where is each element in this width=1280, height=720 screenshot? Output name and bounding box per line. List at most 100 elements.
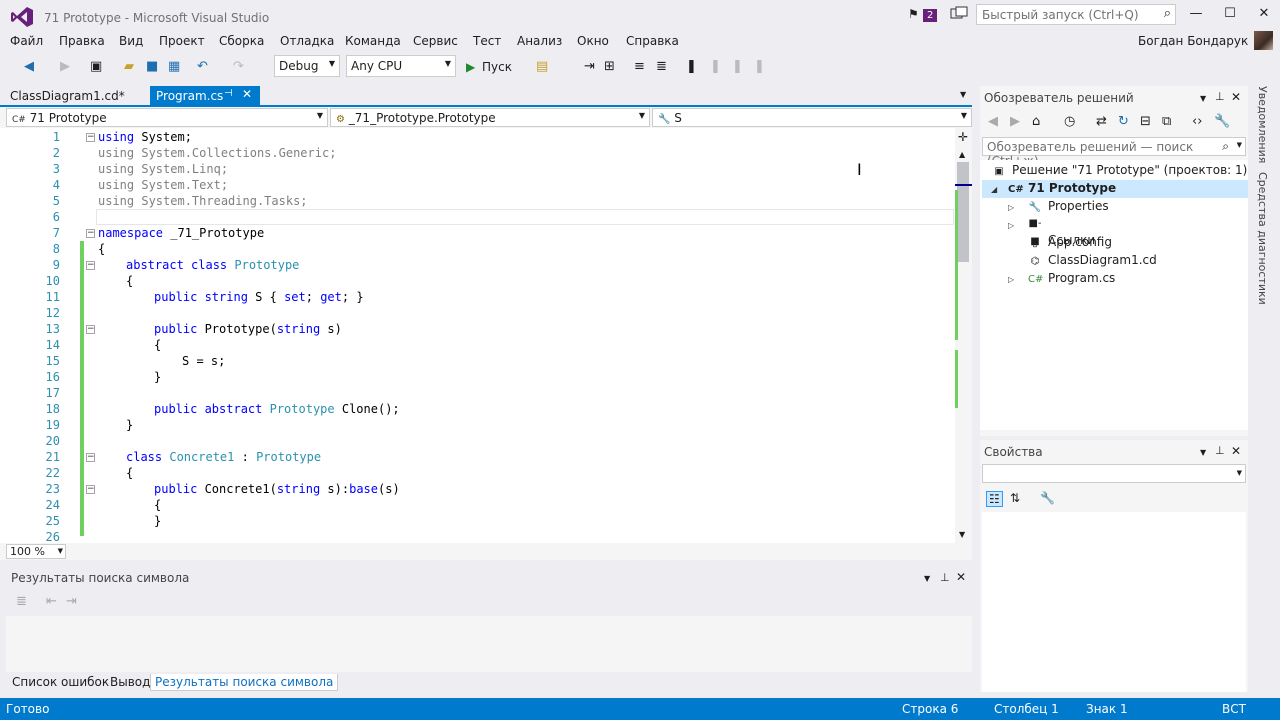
collapse-all-icon[interactable]: ⊟ [1140, 114, 1151, 129]
categorized-icon[interactable]: ☷ [986, 491, 1003, 507]
alphabetical-icon[interactable]: ⇅ [1010, 491, 1020, 505]
expand-arrow-icon[interactable]: ▷ [1008, 275, 1014, 284]
notifications-flag-icon[interactable]: ⚑ [908, 7, 919, 21]
clear-results-icon[interactable]: ≣ [16, 594, 27, 609]
tab-output[interactable]: Вывод [106, 674, 154, 690]
tree-item-program-cs[interactable]: C# Program.cs [1028, 269, 1115, 287]
tree-item-solution[interactable]: ▣ Решение "71 Prototype" (проектов: 1) [992, 161, 1247, 179]
menu-team[interactable]: Команда [345, 34, 401, 48]
side-tab-notifications[interactable]: Уведомления [1256, 86, 1269, 163]
close-panel-icon[interactable]: ✕ [1231, 444, 1241, 458]
menu-file[interactable]: Файл [10, 34, 43, 48]
fold-toggle[interactable]: − [86, 453, 95, 462]
collapse-arrow-icon[interactable]: ◢ [991, 185, 997, 194]
tab-program-cs[interactable]: Program.cs ⊣ ✕ [150, 86, 260, 106]
back-icon[interactable]: ◀ [24, 58, 34, 76]
solution-search-input[interactable]: Обозреватель решений — поиск (Ctrl+ж)⌕▼ [982, 137, 1246, 168]
undo-icon[interactable]: ↶ [197, 58, 208, 76]
show-all-files-icon[interactable]: ⧉ [1162, 114, 1171, 129]
prev-result-icon[interactable]: ⇤ [46, 594, 57, 609]
forward-icon[interactable]: ▶ [1010, 114, 1020, 129]
fold-toggle[interactable]: − [86, 261, 95, 270]
redo-icon[interactable]: ↷ [233, 58, 244, 76]
menu-help[interactable]: Справка [626, 34, 679, 48]
close-tab-icon[interactable]: ✕ [242, 87, 252, 101]
menu-window[interactable]: Окно [577, 34, 609, 48]
pin-icon[interactable]: ⊥ [1215, 90, 1225, 103]
expand-arrow-icon[interactable]: ▷ [1008, 203, 1014, 212]
tree-item-appconfig[interactable]: ▯ App.config [1028, 233, 1112, 251]
scroll-down-icon[interactable]: ▼ [959, 530, 965, 539]
tab-classdiagram[interactable]: ClassDiagram1.cd* [4, 86, 131, 106]
back-icon[interactable]: ◀ [988, 114, 998, 129]
chevron-down-icon[interactable]: ▼ [1237, 141, 1242, 149]
split-icon[interactable]: ✛ [958, 130, 968, 144]
properties-icon[interactable]: 🔧 [1214, 114, 1230, 129]
feedback-icon[interactable] [950, 6, 968, 22]
forward-icon[interactable]: ▶ [60, 58, 70, 76]
save-icon[interactable]: ■ [146, 58, 158, 76]
tab-overflow-icon[interactable]: ▼ [960, 90, 966, 99]
pin-icon[interactable]: ⊣ [224, 88, 233, 99]
platform-select[interactable]: Any CPU ▼ [346, 55, 456, 77]
menu-build[interactable]: Сборка [219, 34, 264, 48]
close-panel-icon[interactable]: ✕ [1231, 90, 1241, 104]
menu-test[interactable]: Тест [473, 34, 501, 48]
clear-bookmarks-icon[interactable]: ❚ [754, 58, 765, 76]
minimize-icon[interactable]: — [1188, 6, 1204, 22]
type-dropdown[interactable]: ⚙ _71_Prototype.Prototype ▼ [330, 108, 650, 127]
find-icon[interactable]: ▤ [536, 58, 548, 76]
next-bookmark-icon[interactable]: ❚ [732, 58, 743, 76]
avatar[interactable] [1254, 31, 1273, 50]
view-code-icon[interactable]: ‹› [1192, 114, 1202, 129]
notifications-badge[interactable]: 2 [923, 9, 938, 22]
menu-edit[interactable]: Правка [59, 34, 105, 48]
scrollbar-thumb[interactable] [957, 162, 969, 262]
fold-toggle[interactable]: − [86, 485, 95, 494]
pin-icon[interactable]: ⊥ [940, 571, 950, 584]
next-result-icon[interactable]: ⇥ [66, 594, 77, 609]
tree-item-project[interactable]: C# 71 Prototype [1008, 179, 1116, 197]
history-icon[interactable]: ◷ [1064, 114, 1075, 129]
pin-icon[interactable]: ⊥ [1215, 444, 1225, 457]
breakpoints-icon[interactable]: ⊞ [604, 58, 615, 76]
maximize-icon[interactable]: ☐ [1222, 6, 1238, 22]
new-project-icon[interactable]: ▣ [90, 58, 102, 76]
side-tab-diagnostics[interactable]: Средства диагностики [1256, 172, 1269, 305]
search-icon[interactable]: ⌕ [1164, 6, 1171, 21]
scroll-up-icon[interactable]: ▲ [959, 150, 965, 159]
comment-icon[interactable]: ≡ [634, 58, 645, 76]
close-window-icon[interactable]: ✕ [1256, 6, 1272, 22]
fold-toggle[interactable]: − [86, 229, 95, 238]
panel-menu-icon[interactable]: ▼ [1200, 448, 1206, 457]
panel-menu-icon[interactable]: ▼ [1200, 94, 1206, 103]
quick-launch-input[interactable]: Быстрый запуск (Ctrl+Q) ⌕ [976, 4, 1176, 25]
tree-item-references[interactable]: ■-■ Ссылки [1028, 215, 1095, 247]
fold-toggle[interactable]: − [86, 325, 95, 334]
step-icon[interactable]: ⇥ [584, 58, 595, 76]
member-dropdown[interactable]: 🔧 S ▼ [652, 108, 972, 127]
menu-project[interactable]: Проект [159, 34, 205, 48]
properties-object-select[interactable]: ▼ [982, 464, 1246, 483]
tree-item-classdiagram[interactable]: ⌬ ClassDiagram1.cd [1028, 251, 1157, 269]
search-icon[interactable]: ⌕ [1222, 139, 1229, 154]
panel-menu-icon[interactable]: ▼ [924, 574, 930, 583]
tab-symbol-results[interactable]: Результаты поиска символа [150, 674, 339, 691]
menu-analyze[interactable]: Анализ [517, 34, 562, 48]
tree-item-properties[interactable]: 🔧 Properties [1028, 197, 1109, 215]
start-button[interactable]: Пуск [482, 58, 512, 76]
prev-bookmark-icon[interactable]: ❚ [710, 58, 721, 76]
sync-icon[interactable]: ⇄ [1096, 114, 1107, 129]
close-panel-icon[interactable]: ✕ [956, 570, 966, 584]
fold-toggle[interactable]: − [86, 133, 95, 142]
menu-tools[interactable]: Сервис [413, 34, 458, 48]
expand-arrow-icon[interactable]: ▷ [1008, 221, 1014, 230]
zoom-select[interactable]: 100 % ▼ [6, 544, 66, 559]
property-pages-icon[interactable]: 🔧 [1040, 491, 1055, 505]
config-select[interactable]: Debug ▼ [274, 55, 340, 77]
user-name[interactable]: Богдан Бондарук [1138, 34, 1248, 48]
bookmark-icon[interactable]: ❚ [686, 58, 697, 76]
start-icon[interactable]: ▶ [466, 58, 475, 76]
menu-debug[interactable]: Отладка [280, 34, 334, 48]
tab-error-list[interactable]: Список ошибок [8, 674, 113, 690]
